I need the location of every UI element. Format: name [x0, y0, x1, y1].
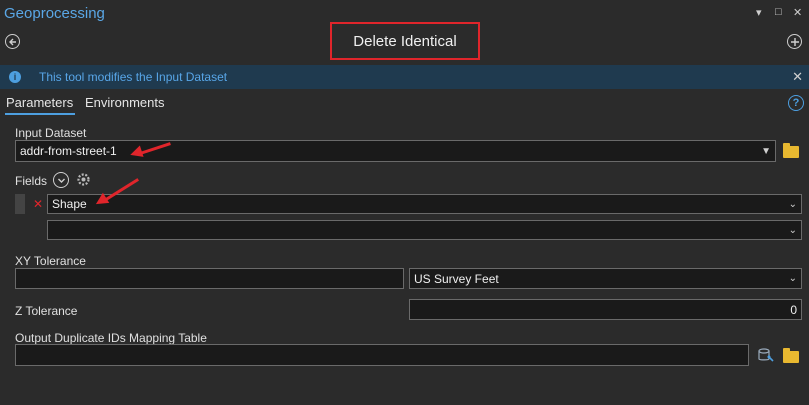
gear-icon[interactable]: [75, 171, 92, 193]
tab-environments[interactable]: Environments: [85, 95, 164, 110]
maximize-icon[interactable]: □: [775, 6, 782, 18]
fields-label: Fields: [15, 174, 48, 188]
active-tab-indicator: [5, 113, 75, 115]
folder-browse-icon[interactable]: [783, 143, 799, 158]
field-value-1: Shape: [52, 197, 87, 211]
tool-name-highlight: Delete Identical: [330, 22, 480, 60]
tool-name: Delete Identical: [353, 32, 457, 50]
info-bar: i This tool modifies the Input Dataset ✕: [0, 65, 809, 89]
dropdown-arrow-icon[interactable]: ▾: [756, 6, 762, 19]
field-select-1[interactable]: Shape ⌄: [47, 194, 802, 214]
expand-fields-icon[interactable]: [53, 172, 69, 188]
row-drag-handle[interactable]: [15, 194, 25, 214]
xy-tolerance-label: XY Tolerance: [15, 254, 86, 268]
chevron-down-icon: ▼: [761, 145, 771, 157]
xy-tolerance-input[interactable]: [15, 268, 404, 289]
chevron-down-icon: ⌄: [788, 273, 797, 284]
xy-tolerance-unit-select[interactable]: US Survey Feet ⌄: [409, 268, 802, 289]
input-dataset-value: addr-from-street-1: [20, 144, 117, 158]
z-tolerance-input[interactable]: 0: [409, 299, 802, 320]
z-tolerance-label: Z Tolerance: [15, 304, 78, 318]
folder-browse-icon[interactable]: [783, 348, 799, 363]
field-select-2[interactable]: ⌄: [47, 220, 802, 240]
input-dataset-label: Input Dataset: [15, 126, 87, 140]
chevron-down-icon: ⌄: [788, 198, 797, 210]
database-browse-icon[interactable]: [757, 346, 775, 369]
xy-tolerance-unit: US Survey Feet: [414, 271, 499, 286]
add-icon[interactable]: [787, 34, 802, 49]
info-icon: i: [9, 71, 21, 83]
output-table-label: Output Duplicate IDs Mapping Table: [15, 331, 207, 345]
close-info-icon[interactable]: ✕: [792, 69, 803, 85]
back-arrow-icon[interactable]: [5, 34, 20, 49]
z-tolerance-value: 0: [790, 302, 797, 317]
close-pane-icon[interactable]: ✕: [793, 6, 802, 19]
remove-row-icon[interactable]: ✕: [33, 197, 43, 211]
info-message: This tool modifies the Input Dataset: [39, 70, 228, 84]
output-table-input[interactable]: [15, 344, 749, 366]
pane-title: Geoprocessing: [4, 5, 105, 22]
tab-parameters[interactable]: Parameters: [6, 95, 73, 110]
help-icon[interactable]: ?: [788, 95, 804, 111]
chevron-down-icon: ⌄: [788, 224, 797, 236]
